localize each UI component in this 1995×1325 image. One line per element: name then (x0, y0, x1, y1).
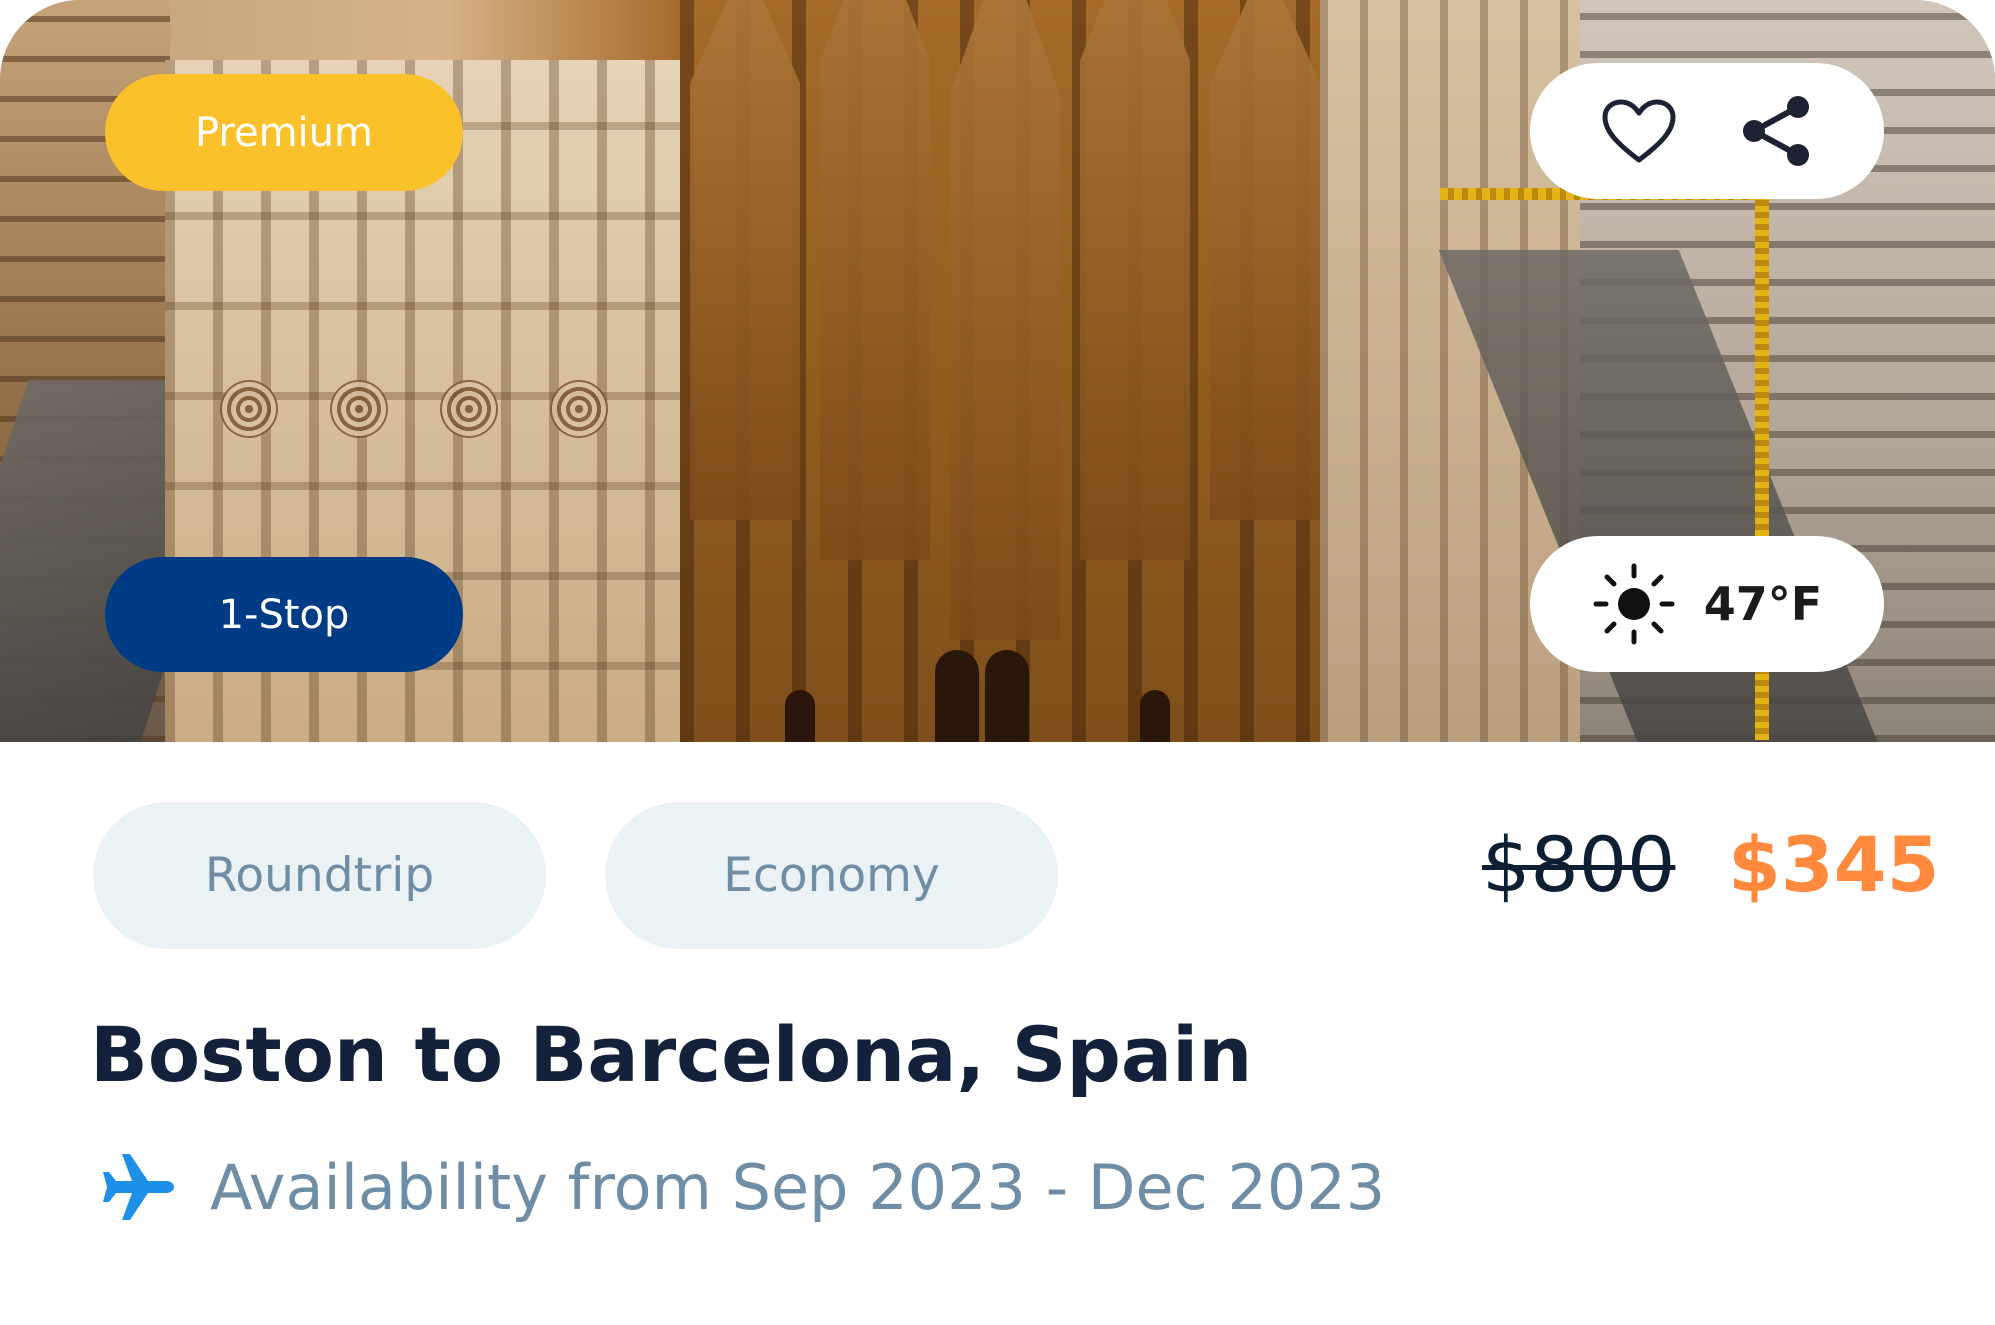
cabin-class-chip[interactable]: Economy (605, 802, 1058, 949)
favorite-button[interactable] (1597, 89, 1681, 173)
premium-badge: Premium (105, 74, 463, 191)
premium-badge-label: Premium (195, 109, 373, 156)
stops-badge: 1-Stop (105, 557, 463, 672)
route-title: Boston to Barcelona, Spain (90, 1010, 1253, 1099)
trip-type-chip[interactable]: Roundtrip (93, 802, 546, 949)
share-icon (1742, 96, 1809, 166)
weather-badge: 47°F (1530, 536, 1884, 672)
sale-price: $345 (1728, 820, 1940, 909)
card-actions (1530, 63, 1884, 199)
stops-badge-label: 1-Stop (218, 591, 350, 638)
sun-icon (1593, 563, 1675, 645)
trip-type-label: Roundtrip (204, 848, 435, 903)
share-button[interactable] (1734, 89, 1818, 173)
cabin-class-label: Economy (723, 848, 940, 903)
heart-icon (1602, 99, 1675, 163)
availability-text: Availability from Sep 2023 - Dec 2023 (210, 1150, 1386, 1224)
availability-row: Availability from Sep 2023 - Dec 2023 (100, 1148, 1385, 1226)
original-price: $800 (1482, 820, 1676, 909)
temperature-value: 47°F (1703, 577, 1823, 631)
flight-deal-card[interactable]: Premium 1-Stop 47°F Roundtrip Economy $8… (0, 0, 1995, 1325)
airplane-icon (103, 1154, 174, 1220)
